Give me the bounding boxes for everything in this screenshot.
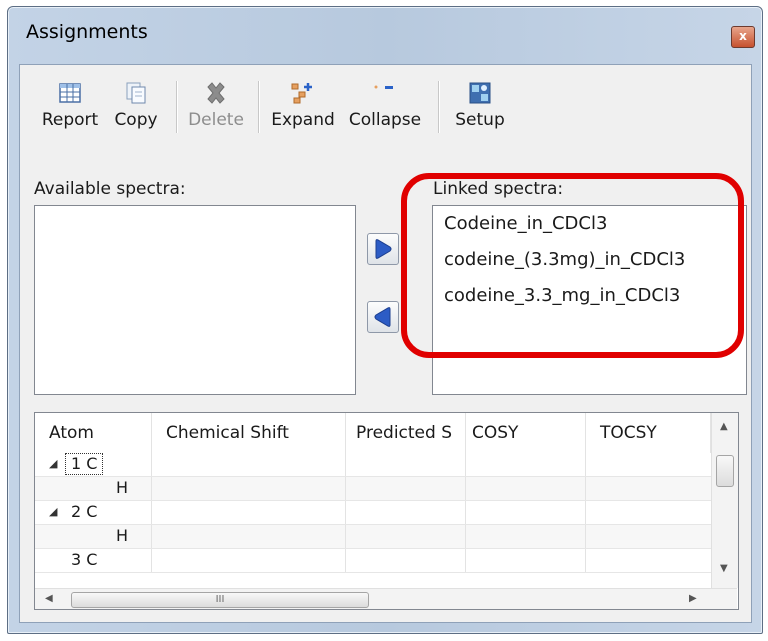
collapse-icon (374, 85, 393, 89)
toolbar-separator (176, 81, 178, 133)
report-label: Report (41, 110, 99, 130)
column-header-chemical-shift[interactable]: Chemical Shift (152, 413, 346, 453)
vertical-scroll-thumb[interactable] (716, 455, 734, 487)
scroll-grip: III (215, 594, 225, 605)
toolbar-separator (258, 81, 260, 133)
column-header-predicted-shift[interactable]: Predicted S (346, 413, 466, 453)
vertical-scrollbar[interactable]: ▲ ▼ (711, 413, 738, 588)
setup-label: Setup (455, 110, 505, 130)
link-spectrum-button[interactable] (367, 233, 399, 265)
expand-button[interactable]: Expand (266, 77, 340, 139)
delete-x-icon (207, 82, 225, 104)
copy-label: Copy (114, 110, 158, 130)
atom-label: H (116, 478, 129, 497)
arrow-left-icon (374, 307, 391, 327)
atom-label: 1 C (65, 453, 104, 475)
arrow-right-icon (375, 239, 392, 259)
table-row[interactable]: ◢ 2 C (35, 501, 711, 525)
report-grid-icon (59, 83, 81, 103)
toolbar: Report Copy Delete Expand Collapse Setup (38, 77, 678, 139)
title-bar[interactable]: Assignments x (8, 7, 762, 69)
atom-label: H (116, 526, 129, 545)
available-spectra-list[interactable] (34, 205, 356, 395)
assignments-table[interactable]: Atom Chemical Shift Predicted S COSY TOC… (34, 412, 739, 610)
close-button[interactable]: x (731, 26, 755, 48)
available-spectra-label: Available spectra: (34, 179, 186, 199)
assignments-window: Assignments x Report Copy Delete Expand … (7, 6, 763, 634)
delete-label: Delete (188, 110, 244, 130)
collapse-button[interactable]: Collapse (342, 77, 428, 139)
toolbar-separator (438, 81, 440, 133)
column-header-atom[interactable]: Atom (35, 413, 152, 453)
copy-button[interactable]: Copy (108, 77, 164, 139)
horizontal-scrollbar[interactable]: ◀ III ▶ (35, 588, 737, 609)
scroll-up-icon[interactable]: ▲ (720, 421, 728, 432)
dialog-client-area: Report Copy Delete Expand Collapse Setup… (19, 64, 752, 623)
column-header-tocsy[interactable]: TOCSY (586, 413, 711, 453)
table-row[interactable]: H (35, 525, 711, 549)
window-title: Assignments (26, 21, 148, 43)
scroll-left-icon[interactable]: ◀ (45, 593, 53, 604)
delete-button[interactable]: Delete (184, 77, 248, 139)
report-button[interactable]: Report (38, 77, 102, 139)
collapse-label: Collapse (348, 110, 422, 130)
atom-label: 2 C (71, 502, 98, 521)
expander-expanded-icon[interactable]: ◢ (49, 453, 57, 475)
table-row[interactable]: 3 C (35, 549, 711, 573)
scroll-down-icon[interactable]: ▼ (720, 563, 728, 574)
table-row[interactable]: H (35, 477, 711, 501)
unlink-spectrum-button[interactable] (367, 301, 399, 333)
expand-tree-icon (291, 83, 312, 104)
horizontal-scroll-thumb[interactable]: III (71, 592, 369, 608)
close-icon: x (739, 29, 747, 43)
setup-button[interactable]: Setup (448, 77, 512, 139)
highlight-annotation (401, 173, 744, 358)
expander-expanded-icon[interactable]: ◢ (49, 501, 57, 523)
table-row[interactable]: ◢ 1 C (35, 453, 711, 477)
expand-label: Expand (271, 110, 335, 130)
scroll-right-icon[interactable]: ▶ (689, 593, 697, 604)
atom-label: 3 C (71, 550, 98, 569)
column-header-cosy[interactable]: COSY (466, 413, 586, 453)
copy-icon (126, 82, 146, 104)
setup-icon (469, 82, 491, 104)
